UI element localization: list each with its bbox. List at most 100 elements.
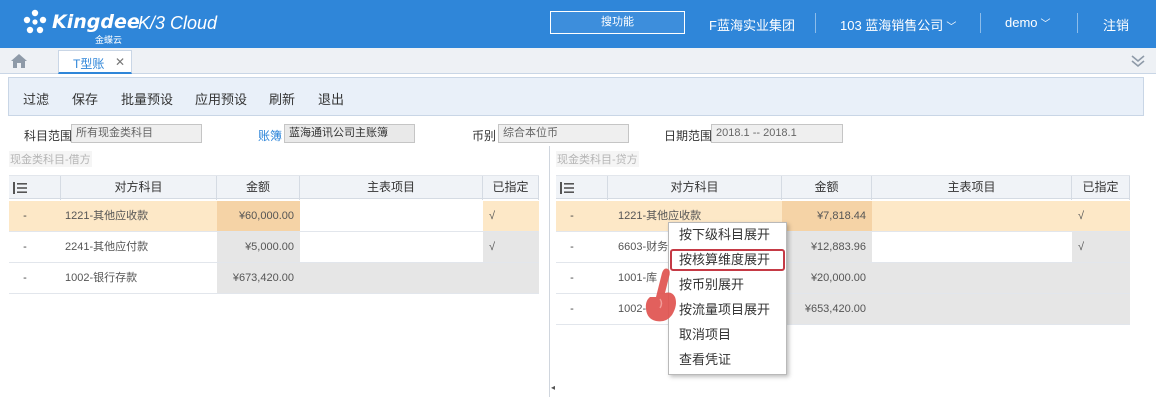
company-selector[interactable]: 103 蓝海销售公司 ﹀	[840, 15, 956, 34]
logout-link[interactable]: 注销	[1103, 15, 1129, 34]
apply-preset-button[interactable]: 应用预设	[195, 89, 247, 108]
amount-cell: ¥60,000.00	[217, 201, 300, 231]
debit-panel-title: 现金类科目-借方	[9, 151, 92, 167]
menu-item-view-voucher[interactable]: 查看凭证	[670, 349, 785, 371]
header-separator	[980, 13, 981, 33]
brand-subtitle: 金蝶云	[95, 35, 123, 45]
credit-panel-title: 现金类科目-贷方	[556, 151, 639, 167]
row-marker: -	[23, 241, 27, 253]
amount-cell: ¥5,000.00	[217, 232, 300, 262]
toolbar: 过滤 保存 批量预设 应用预设 刷新 退出	[8, 77, 1144, 116]
specified-cell: √	[1072, 232, 1130, 262]
debit-grid-header: 对方科目 金额 主表项目 已指定	[9, 175, 539, 200]
filter-button[interactable]: 过滤	[23, 89, 49, 108]
company-label: 103 蓝海销售公司	[840, 18, 944, 33]
row-marker: -	[23, 210, 27, 222]
chevron-down-icon: ﹀	[1040, 19, 1051, 30]
main-item-cell[interactable]	[872, 263, 1072, 293]
exit-button[interactable]: 退出	[318, 89, 344, 108]
row-marker: -	[23, 272, 27, 284]
tab-strip: T型账 ✕	[0, 48, 1156, 74]
tab-label: T型账	[73, 57, 105, 71]
home-icon[interactable]	[10, 53, 28, 69]
menu-item-cancel-item[interactable]: 取消项目	[670, 324, 785, 346]
product-name: K/3 Cloud	[138, 13, 218, 33]
row-marker: -	[570, 272, 574, 284]
main-item-cell[interactable]	[300, 232, 483, 262]
amount-cell: ¥20,000.00	[782, 263, 872, 293]
panel-divider[interactable]	[549, 146, 550, 397]
close-icon[interactable]: ✕	[115, 55, 125, 69]
main-item-cell[interactable]	[872, 294, 1072, 324]
subject-range-field[interactable]: 所有现金类科目	[71, 124, 202, 143]
account-cell: 1221-其他应收款	[65, 210, 149, 222]
ledger-label[interactable]: 账簿	[258, 127, 282, 144]
account-cell: 2241-其他应付款	[65, 241, 149, 253]
column-header-specified[interactable]: 已指定	[1072, 176, 1130, 200]
brand-name: Kingdee	[52, 11, 140, 33]
column-header-account[interactable]: 对方科目	[608, 176, 782, 200]
specified-cell: √	[1078, 210, 1085, 222]
ledger-field[interactable]: 蓝海通讯公司主账簿	[284, 124, 415, 143]
account-cell: 1002-银行存款	[65, 272, 138, 284]
column-header-account[interactable]: 对方科目	[61, 176, 217, 200]
table-row[interactable]: - 1221-其他应收款 ¥60,000.00 √	[9, 201, 539, 232]
menu-item-expand-by-dimension[interactable]: 按核算维度展开	[670, 249, 785, 271]
specified-cell	[1072, 263, 1130, 293]
header-separator	[1077, 13, 1078, 33]
scroll-left-icon[interactable]: ◂	[551, 383, 555, 392]
date-range-field[interactable]: 2018.1 -- 2018.1	[711, 124, 843, 143]
column-settings-cell[interactable]	[556, 176, 608, 200]
user-menu[interactable]: demo ﹀	[1005, 15, 1051, 30]
refresh-button[interactable]: 刷新	[269, 89, 295, 108]
column-header-specified[interactable]: 已指定	[483, 176, 539, 200]
menu-item-expand-by-sub-account[interactable]: 按下级科目展开	[670, 224, 785, 246]
specified-cell	[1072, 294, 1130, 324]
amount-cell: ¥653,420.00	[782, 294, 872, 324]
header-separator	[815, 13, 816, 33]
row-marker: -	[570, 303, 574, 315]
column-header-amount[interactable]: 金额	[217, 176, 300, 200]
amount-cell: ¥673,420.00	[217, 263, 300, 293]
column-header-amount[interactable]: 金额	[782, 176, 872, 200]
menu-item-expand-by-flow-item[interactable]: 按流量项目展开	[670, 299, 785, 321]
tab-t-ledger[interactable]: T型账 ✕	[58, 50, 132, 74]
table-row[interactable]: - 1002-银行存款 ¥673,420.00	[9, 263, 539, 294]
save-button[interactable]: 保存	[72, 89, 98, 108]
column-settings-cell[interactable]	[9, 176, 61, 200]
amount-cell: ¥7,818.44	[782, 201, 872, 231]
menu-item-expand-by-currency[interactable]: 按币别展开	[670, 274, 785, 296]
double-chevron-down-icon[interactable]	[1130, 53, 1146, 69]
hand-pointer-icon	[645, 268, 676, 322]
top-bar: Kingdee 金蝶云 K/3 Cloud 搜功能 F蓝海实业集团 103 蓝海…	[0, 0, 1156, 48]
specified-cell: √	[489, 210, 496, 222]
row-marker: -	[570, 210, 574, 222]
column-list-icon[interactable]	[560, 182, 574, 194]
amount-cell: ¥12,883.96	[782, 232, 872, 262]
column-list-icon[interactable]	[13, 182, 27, 194]
main-item-cell[interactable]	[872, 232, 1072, 262]
main-item-cell[interactable]	[300, 201, 483, 231]
column-header-main-item[interactable]: 主表项目	[300, 176, 483, 200]
batch-preset-button[interactable]: 批量预设	[121, 89, 173, 108]
row-marker: -	[570, 241, 574, 253]
chevron-down-icon: ﹀	[946, 22, 957, 33]
column-header-main-item[interactable]: 主表项目	[872, 176, 1072, 200]
currency-label: 币别	[472, 129, 497, 143]
kingdee-logo-icon	[23, 9, 47, 34]
context-menu: 按下级科目展开 按核算维度展开 按币别展开 按流量项目展开 取消项目 查看凭证	[668, 222, 787, 375]
specified-cell	[483, 263, 539, 293]
table-row[interactable]: - 6603-财务 ¥12,883.96 √	[556, 232, 1130, 263]
table-row[interactable]: - 2241-其他应付款 ¥5,000.00 √	[9, 232, 539, 263]
credit-grid-header: 对方科目 金额 主表项目 已指定	[556, 175, 1130, 200]
main-item-cell[interactable]	[300, 263, 483, 293]
function-search-input[interactable]: 搜功能	[550, 11, 685, 34]
user-name: demo	[1005, 15, 1038, 30]
specified-cell: √	[483, 232, 539, 262]
main-item-cell[interactable]	[872, 201, 1072, 231]
date-range-label: 日期范围	[664, 129, 713, 143]
subject-range-label: 科目范围	[24, 129, 73, 143]
currency-field[interactable]: 综合本位币	[498, 124, 629, 143]
table-row[interactable]: - 1221-其他应收款 ¥7,818.44 √	[556, 201, 1130, 232]
org-group-link[interactable]: F蓝海实业集团	[709, 15, 795, 34]
